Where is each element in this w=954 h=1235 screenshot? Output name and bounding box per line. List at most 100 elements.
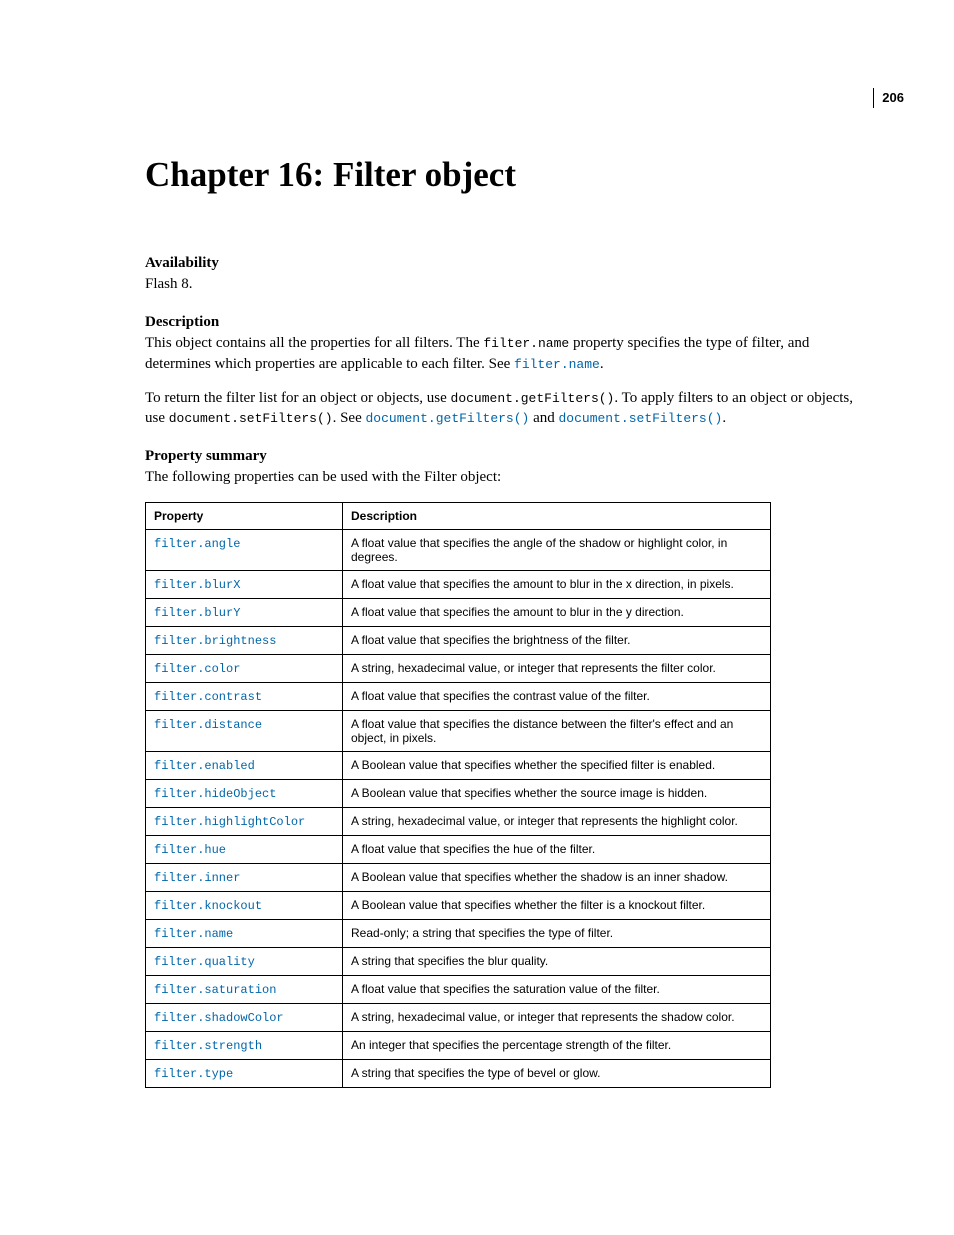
description-p1-text: This object contains all the properties …: [145, 335, 483, 351]
filter-name-link[interactable]: filter.name: [514, 357, 600, 372]
table-row: filter.brightnessA float value that spec…: [146, 626, 771, 654]
description-cell: A Boolean value that specifies whether t…: [343, 779, 771, 807]
property-link[interactable]: filter.blurX: [154, 578, 240, 592]
table-row: filter.inner A Boolean value that specifi…: [146, 863, 771, 891]
description-para-2: To return the filter list for an object …: [145, 388, 874, 429]
property-cell: filter.type: [146, 1059, 343, 1087]
property-cell: filter.name: [146, 919, 343, 947]
page: 206 Chapter 16: Filter object Availabili…: [0, 0, 954, 1168]
property-link[interactable]: filter.strength: [154, 1039, 262, 1053]
property-cell: filter.shadowColor: [146, 1003, 343, 1031]
table-row: filter.contrast A float value that specif…: [146, 682, 771, 710]
table-row: filter.type A string that specifies the t…: [146, 1059, 771, 1087]
description-cell: A float value that specifies the distanc…: [343, 710, 771, 751]
description-cell: A float value that specifies the angle o…: [343, 529, 771, 570]
description-cell: A string, hexadecimal value, or integer …: [343, 654, 771, 682]
col-property: Property: [146, 502, 343, 529]
description-cell: A string that specifies the blur quality…: [343, 947, 771, 975]
get-filters-link[interactable]: document.getFilters(): [366, 411, 530, 426]
property-cell: filter.enabled: [146, 751, 343, 779]
property-cell: filter.saturation: [146, 975, 343, 1003]
property-cell: filter.highlightColor: [146, 807, 343, 835]
description-p2-and: and: [529, 410, 558, 426]
description-cell: Read-only; a string that specifies the t…: [343, 919, 771, 947]
property-cell: filter.inner: [146, 863, 343, 891]
table-row: filter.strength An integer that specifies…: [146, 1031, 771, 1059]
property-link[interactable]: filter.brightness: [154, 634, 276, 648]
property-link[interactable]: filter.saturation: [154, 983, 276, 997]
description-cell: A float value that specifies the hue of …: [343, 835, 771, 863]
description-p2-text: To return the filter list for an object …: [145, 390, 451, 406]
description-cell: A Boolean value that specifies whether t…: [343, 751, 771, 779]
filter-name-code: filter.name: [483, 336, 569, 351]
property-cell: filter.contrast: [146, 682, 343, 710]
property-link[interactable]: filter.color: [154, 662, 240, 676]
property-cell: filter.distance: [146, 710, 343, 751]
property-cell: filter.hideObject: [146, 779, 343, 807]
property-link[interactable]: filter.quality: [154, 955, 255, 969]
description-cell: A Boolean value that specifies whether t…: [343, 863, 771, 891]
property-cell: filter.quality: [146, 947, 343, 975]
description-cell: A Boolean value that specifies whether t…: [343, 891, 771, 919]
table-row: filter.saturation A float value that spec…: [146, 975, 771, 1003]
table-row: filter.shadowColor A string, hexadecimal …: [146, 1003, 771, 1031]
table-row: filter.hideObject A Boolean value that sp…: [146, 779, 771, 807]
property-link[interactable]: filter.contrast: [154, 690, 262, 704]
property-link[interactable]: filter.angle: [154, 537, 240, 551]
table-row: filter.distance A float value that specif…: [146, 710, 771, 751]
description-p1-text3: .: [600, 356, 604, 372]
table-row: filter.hue A float value that specifies t…: [146, 835, 771, 863]
property-link[interactable]: filter.highlightColor: [154, 815, 305, 829]
description-cell: A float value that specifies the amount …: [343, 598, 771, 626]
property-cell: filter.angle: [146, 529, 343, 570]
property-link[interactable]: filter.hue: [154, 843, 226, 857]
page-number: 206: [873, 88, 904, 108]
chapter-title: Chapter 16: Filter object: [145, 155, 874, 195]
description-cell: A string, hexadecimal value, or integer …: [343, 807, 771, 835]
table-row: filter.highlightColor A string, hexadecim…: [146, 807, 771, 835]
availability-heading: Availability: [145, 255, 874, 272]
property-cell: filter.blurY: [146, 598, 343, 626]
table-row: filter.angle A float value that specifies…: [146, 529, 771, 570]
property-summary-intro: The following properties can be used wit…: [145, 467, 874, 487]
table-row: filter.name Read-only; a string that spec…: [146, 919, 771, 947]
property-link[interactable]: filter.distance: [154, 718, 262, 732]
description-p2-text4: .: [722, 410, 726, 426]
description-cell: An integer that specifies the percentage…: [343, 1031, 771, 1059]
property-link[interactable]: filter.knockout: [154, 899, 262, 913]
property-summary-heading: Property summary: [145, 448, 874, 465]
table-header-row: Property Description: [146, 502, 771, 529]
property-link[interactable]: filter.inner: [154, 871, 240, 885]
property-cell: filter.blurX: [146, 570, 343, 598]
description-cell: A float value that specifies the saturat…: [343, 975, 771, 1003]
property-link[interactable]: filter.type: [154, 1067, 233, 1081]
availability-text: Flash 8.: [145, 274, 874, 294]
property-link[interactable]: filter.name: [154, 927, 233, 941]
property-table: Property Description filter.angle A float…: [145, 502, 771, 1088]
property-link[interactable]: filter.blurY: [154, 606, 240, 620]
col-description: Description: [343, 502, 771, 529]
description-cell: A string, hexadecimal value, or integer …: [343, 1003, 771, 1031]
property-link[interactable]: filter.enabled: [154, 759, 255, 773]
description-p2-text3: . See: [333, 410, 366, 426]
set-filters-link[interactable]: document.setFilters(): [559, 411, 723, 426]
description-para-1: This object contains all the properties …: [145, 333, 874, 374]
property-cell: filter.hue: [146, 835, 343, 863]
table-row: filter.enabled A Boolean value that speci…: [146, 751, 771, 779]
get-filters-code: document.getFilters(): [451, 391, 615, 406]
description-cell: A float value that specifies the amount …: [343, 570, 771, 598]
table-row: filter.blurX A float value that specifies…: [146, 570, 771, 598]
property-cell: filter.color: [146, 654, 343, 682]
table-row: filter.knockout A Boolean value that spec…: [146, 891, 771, 919]
description-cell: A float value that specifies the contras…: [343, 682, 771, 710]
property-link[interactable]: filter.hideObject: [154, 787, 276, 801]
property-cell: filter.knockout: [146, 891, 343, 919]
set-filters-code: document.setFilters(): [169, 411, 333, 426]
property-cell: filter.brightness: [146, 626, 343, 654]
table-row: filter.quality A string that specifies th…: [146, 947, 771, 975]
table-row: filter.blurY A float value that specifies…: [146, 598, 771, 626]
table-row: filter.color A string, hexadecimal value,…: [146, 654, 771, 682]
property-cell: filter.strength: [146, 1031, 343, 1059]
description-cell: A string that specifies the type of beve…: [343, 1059, 771, 1087]
property-link[interactable]: filter.shadowColor: [154, 1011, 284, 1025]
